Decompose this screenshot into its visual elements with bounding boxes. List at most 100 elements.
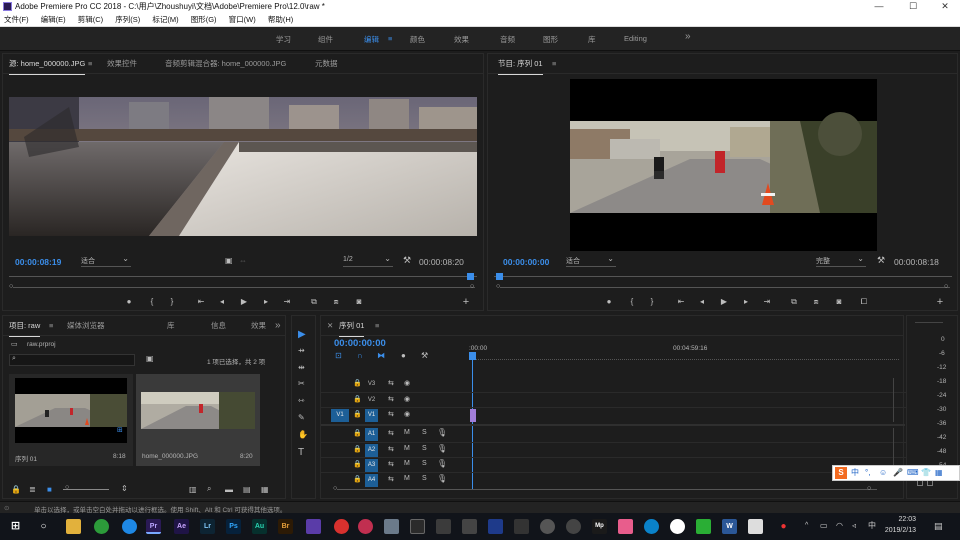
menu-edit[interactable]: 编辑(E) (41, 13, 66, 27)
lightroom-taskbar-icon[interactable]: Lr (200, 519, 215, 534)
premiere-taskbar-icon[interactable]: Pr (146, 519, 161, 534)
menu-clip[interactable]: 剪辑(C) (78, 13, 103, 27)
v3-track-label[interactable]: V3 (365, 378, 378, 391)
hand-tool-icon[interactable]: ✋ (298, 430, 308, 439)
ripple-edit-tool-icon[interactable]: ⇹ (298, 363, 305, 372)
v1-track-label[interactable]: V1 (365, 409, 378, 422)
timeline-scroll-handle-right-icon[interactable]: ○ (867, 485, 871, 492)
v1-eye-icon[interactable]: ◉ (404, 410, 410, 418)
a2-lock-icon[interactable]: 🔒 (353, 445, 362, 453)
v2-eye-icon[interactable]: ◉ (404, 395, 410, 403)
program-extract-button[interactable]: ⧈ (810, 297, 822, 307)
source-fit-select[interactable]: 适合 (81, 254, 131, 267)
v1-lock-icon[interactable]: 🔒 (353, 410, 362, 418)
menu-window[interactable]: 窗口(W) (229, 13, 256, 27)
menu-graphics[interactable]: 图形(G) (191, 13, 217, 27)
a3-mute-button[interactable]: M (404, 460, 410, 467)
project-tab-menu-icon[interactable]: ≡ (49, 316, 53, 336)
project-lock-icon[interactable]: 🔒 (11, 485, 21, 494)
workspace-libraries[interactable]: 库 (588, 34, 596, 45)
program-mark-in-button[interactable]: { (626, 297, 638, 306)
thumbnail-size-slider[interactable] (63, 489, 109, 490)
source-clip-icon[interactable]: ▣ (225, 256, 233, 265)
program-tab-menu-icon[interactable]: ≡ (552, 54, 556, 74)
source-mark-in-button[interactable]: { (146, 297, 158, 306)
a4-mute-button[interactable]: M (404, 475, 410, 482)
source-playhead[interactable] (467, 273, 474, 280)
source-overwrite-button[interactable]: ⧈ (330, 297, 342, 307)
a1-mute-button[interactable]: M (404, 429, 410, 436)
a4-track-label[interactable]: A4 (365, 474, 378, 487)
tab-media-browser[interactable]: 媒体浏览器 (67, 316, 105, 336)
track-divider[interactable] (321, 424, 905, 426)
program-play-button[interactable]: ▶ (718, 297, 730, 306)
workspace-audio[interactable]: 音频 (500, 34, 515, 45)
wechat-taskbar-icon[interactable] (696, 519, 711, 534)
a1-solo-button[interactable]: S (422, 429, 427, 436)
photoshop-taskbar-icon[interactable]: Ps (226, 519, 241, 534)
workspace-assembly[interactable]: 组件 (318, 34, 333, 45)
slip-tool-icon[interactable]: ⇿ (298, 396, 305, 405)
v3-eye-icon[interactable]: ◉ (404, 379, 410, 387)
file-explorer-icon[interactable] (66, 519, 81, 534)
tab-sequence-01[interactable]: 序列 01 (339, 316, 365, 337)
a3-track-label[interactable]: A3 (365, 459, 378, 472)
a1-sync-icon[interactable]: ⇆ (388, 429, 394, 437)
media-encoder-taskbar-icon[interactable] (306, 519, 321, 534)
windows-start-icon[interactable]: ⊞ (8, 519, 23, 534)
program-zoom-scrollbar[interactable] (500, 287, 950, 288)
program-mark-out-button[interactable]: } (646, 297, 658, 306)
new-bin-folder-icon[interactable]: ▬ (225, 485, 233, 494)
davinci-taskbar-icon[interactable] (358, 519, 373, 534)
v1-source-patch[interactable]: V1 (331, 409, 349, 422)
tab-info[interactable]: 信息 (211, 316, 226, 336)
track-select-tool-icon[interactable]: ⇸ (298, 346, 305, 355)
app-white-taskbar-icon[interactable] (670, 519, 685, 534)
tab-program[interactable]: 节目: 序列 01 (498, 54, 543, 75)
source-scroll-handle-right-icon[interactable]: ○ (470, 283, 474, 290)
workspace-editing[interactable]: 编辑 (364, 34, 379, 45)
program-add-button[interactable]: + (934, 296, 946, 308)
audition-taskbar-icon[interactable]: Au (252, 519, 267, 534)
timeline-close-icon[interactable]: ✕ (327, 316, 333, 336)
program-scroll-handle-right-icon[interactable]: ○ (944, 283, 948, 290)
sort-icon[interactable]: ⇕ (121, 484, 128, 493)
project-tabs-more-button[interactable]: » (275, 316, 281, 336)
program-fit-select[interactable]: 适合 (566, 254, 616, 267)
program-export-frame-button[interactable]: ◙ (833, 297, 845, 306)
workspace-effects[interactable]: 效果 (454, 34, 469, 45)
a3-mic-icon[interactable]: 🎙 (437, 459, 447, 468)
source-export-frame-button[interactable]: ◙ (353, 297, 365, 306)
maximize-button[interactable]: ☐ (902, 0, 924, 13)
a2-mic-icon[interactable]: 🎙 (437, 444, 447, 453)
menu-help[interactable]: 帮助(H) (268, 13, 293, 27)
a4-mic-icon[interactable]: 🎙 (437, 474, 447, 483)
source-play-button[interactable]: ▶ (238, 297, 250, 306)
program-scroll-handle-left-icon[interactable]: ○ (496, 283, 500, 290)
mp3-taskbar-icon[interactable]: Mp (592, 519, 607, 534)
razor-tool-icon[interactable]: ✂ (298, 379, 305, 388)
tab-metadata[interactable]: 元数据 (315, 54, 338, 74)
a1-lock-icon[interactable]: 🔒 (353, 429, 362, 437)
ime-toolbox-icon[interactable]: ▦ (935, 466, 943, 480)
after-effects-taskbar-icon[interactable]: Ae (174, 519, 189, 534)
app-gear-taskbar-icon[interactable] (566, 519, 581, 534)
tab-libraries[interactable]: 库 (167, 316, 175, 336)
type-tool-icon[interactable]: T (298, 447, 304, 458)
program-comparison-view-button[interactable]: ⧠ (858, 297, 870, 307)
tab-source[interactable]: 源: home_000000.JPG (9, 54, 86, 75)
linked-selection-icon[interactable]: ⧓ (377, 351, 385, 360)
source-insert-button[interactable]: ⧉ (308, 297, 320, 307)
timeline-tab-menu-icon[interactable]: ≡ (375, 316, 379, 336)
menu-marker[interactable]: 标记(M) (152, 13, 178, 27)
icon-view-icon[interactable]: ■ (47, 485, 52, 494)
a3-lock-icon[interactable]: 🔒 (353, 460, 362, 468)
tab-project[interactable]: 项目: raw (9, 316, 41, 337)
ime-keyboard-icon[interactable]: ⌨ (907, 466, 919, 480)
sogou-logo-icon[interactable]: S (835, 467, 847, 479)
program-lift-button[interactable]: ⧉ (788, 297, 800, 307)
search-taskbar-icon[interactable]: ○ (36, 519, 51, 534)
project-search-input[interactable] (22, 355, 132, 365)
workspace-editing-custom[interactable]: Editing (624, 34, 647, 43)
source-add-marker-button[interactable]: ● (123, 297, 135, 306)
